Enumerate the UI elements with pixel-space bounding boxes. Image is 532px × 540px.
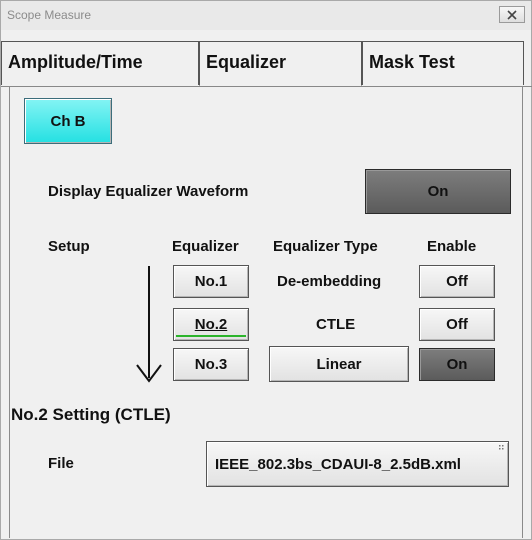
title-bar: Scope Measure — [1, 1, 531, 30]
enable-row1-label: Off — [446, 273, 468, 290]
equalizer-no1-label: No.1 — [194, 273, 228, 290]
scope-measure-window: Scope Measure Amplitude/Time Equalizer M… — [0, 0, 532, 540]
equalizer-type-row1: De-embedding — [277, 273, 382, 290]
header-equalizer: Equalizer — [172, 238, 239, 255]
equalizer-type-row2: CTLE — [316, 316, 356, 333]
channel-button-label: Ch B — [50, 112, 86, 130]
tab-mask-test[interactable]: Mask Test — [362, 41, 524, 85]
equalizer-no2-button[interactable]: No.2 — [173, 308, 249, 341]
close-button[interactable] — [499, 6, 525, 23]
tab-bar: Amplitude/Time Equalizer Mask Test — [1, 41, 532, 87]
equalizer-type-row3-button[interactable]: Linear — [269, 346, 409, 382]
equalizer-type-row3-label: Linear — [316, 355, 362, 373]
display-equalizer-toggle[interactable]: On — [365, 169, 511, 214]
equalizer-no3-button[interactable]: No.3 — [173, 348, 249, 381]
enable-row3-button[interactable]: On — [419, 348, 495, 381]
equalizer-no2-label: No.2 — [194, 316, 228, 333]
tab-label: Mask Test — [369, 52, 455, 72]
tab-label: Equalizer — [206, 52, 287, 72]
enable-row2-label: Off — [446, 316, 468, 333]
tab-label: Amplitude/Time — [8, 52, 143, 72]
resize-grip-icon — [499, 445, 504, 450]
header-equalizer-type: Equalizer Type — [273, 238, 378, 255]
tab-equalizer[interactable]: Equalizer — [199, 41, 362, 86]
file-label: File — [48, 455, 74, 472]
file-value: IEEE_802.3bs_CDAUI-8_2.5dB.xml — [215, 455, 461, 473]
header-setup: Setup — [48, 238, 90, 255]
equalizer-no3-label: No.3 — [194, 356, 228, 373]
enable-row2-button[interactable]: Off — [419, 308, 495, 341]
file-select-button[interactable]: IEEE_802.3bs_CDAUI-8_2.5dB.xml — [206, 441, 509, 487]
enable-row1-button[interactable]: Off — [419, 265, 495, 298]
setting-title: No.2 Setting (CTLE) — [11, 405, 171, 424]
tab-amplitude-time[interactable]: Amplitude/Time — [1, 41, 199, 85]
display-equalizer-value: On — [427, 183, 449, 200]
header-enable: Enable — [427, 238, 477, 255]
selected-indicator — [176, 335, 246, 337]
display-equalizer-label: Display Equalizer Waveform — [48, 183, 249, 200]
window-title: Scope Measure — [7, 8, 92, 22]
channel-button[interactable]: Ch B — [24, 98, 112, 144]
close-icon — [507, 9, 517, 20]
enable-row3-label: On — [446, 356, 468, 373]
equalizer-no1-button[interactable]: No.1 — [173, 265, 249, 298]
